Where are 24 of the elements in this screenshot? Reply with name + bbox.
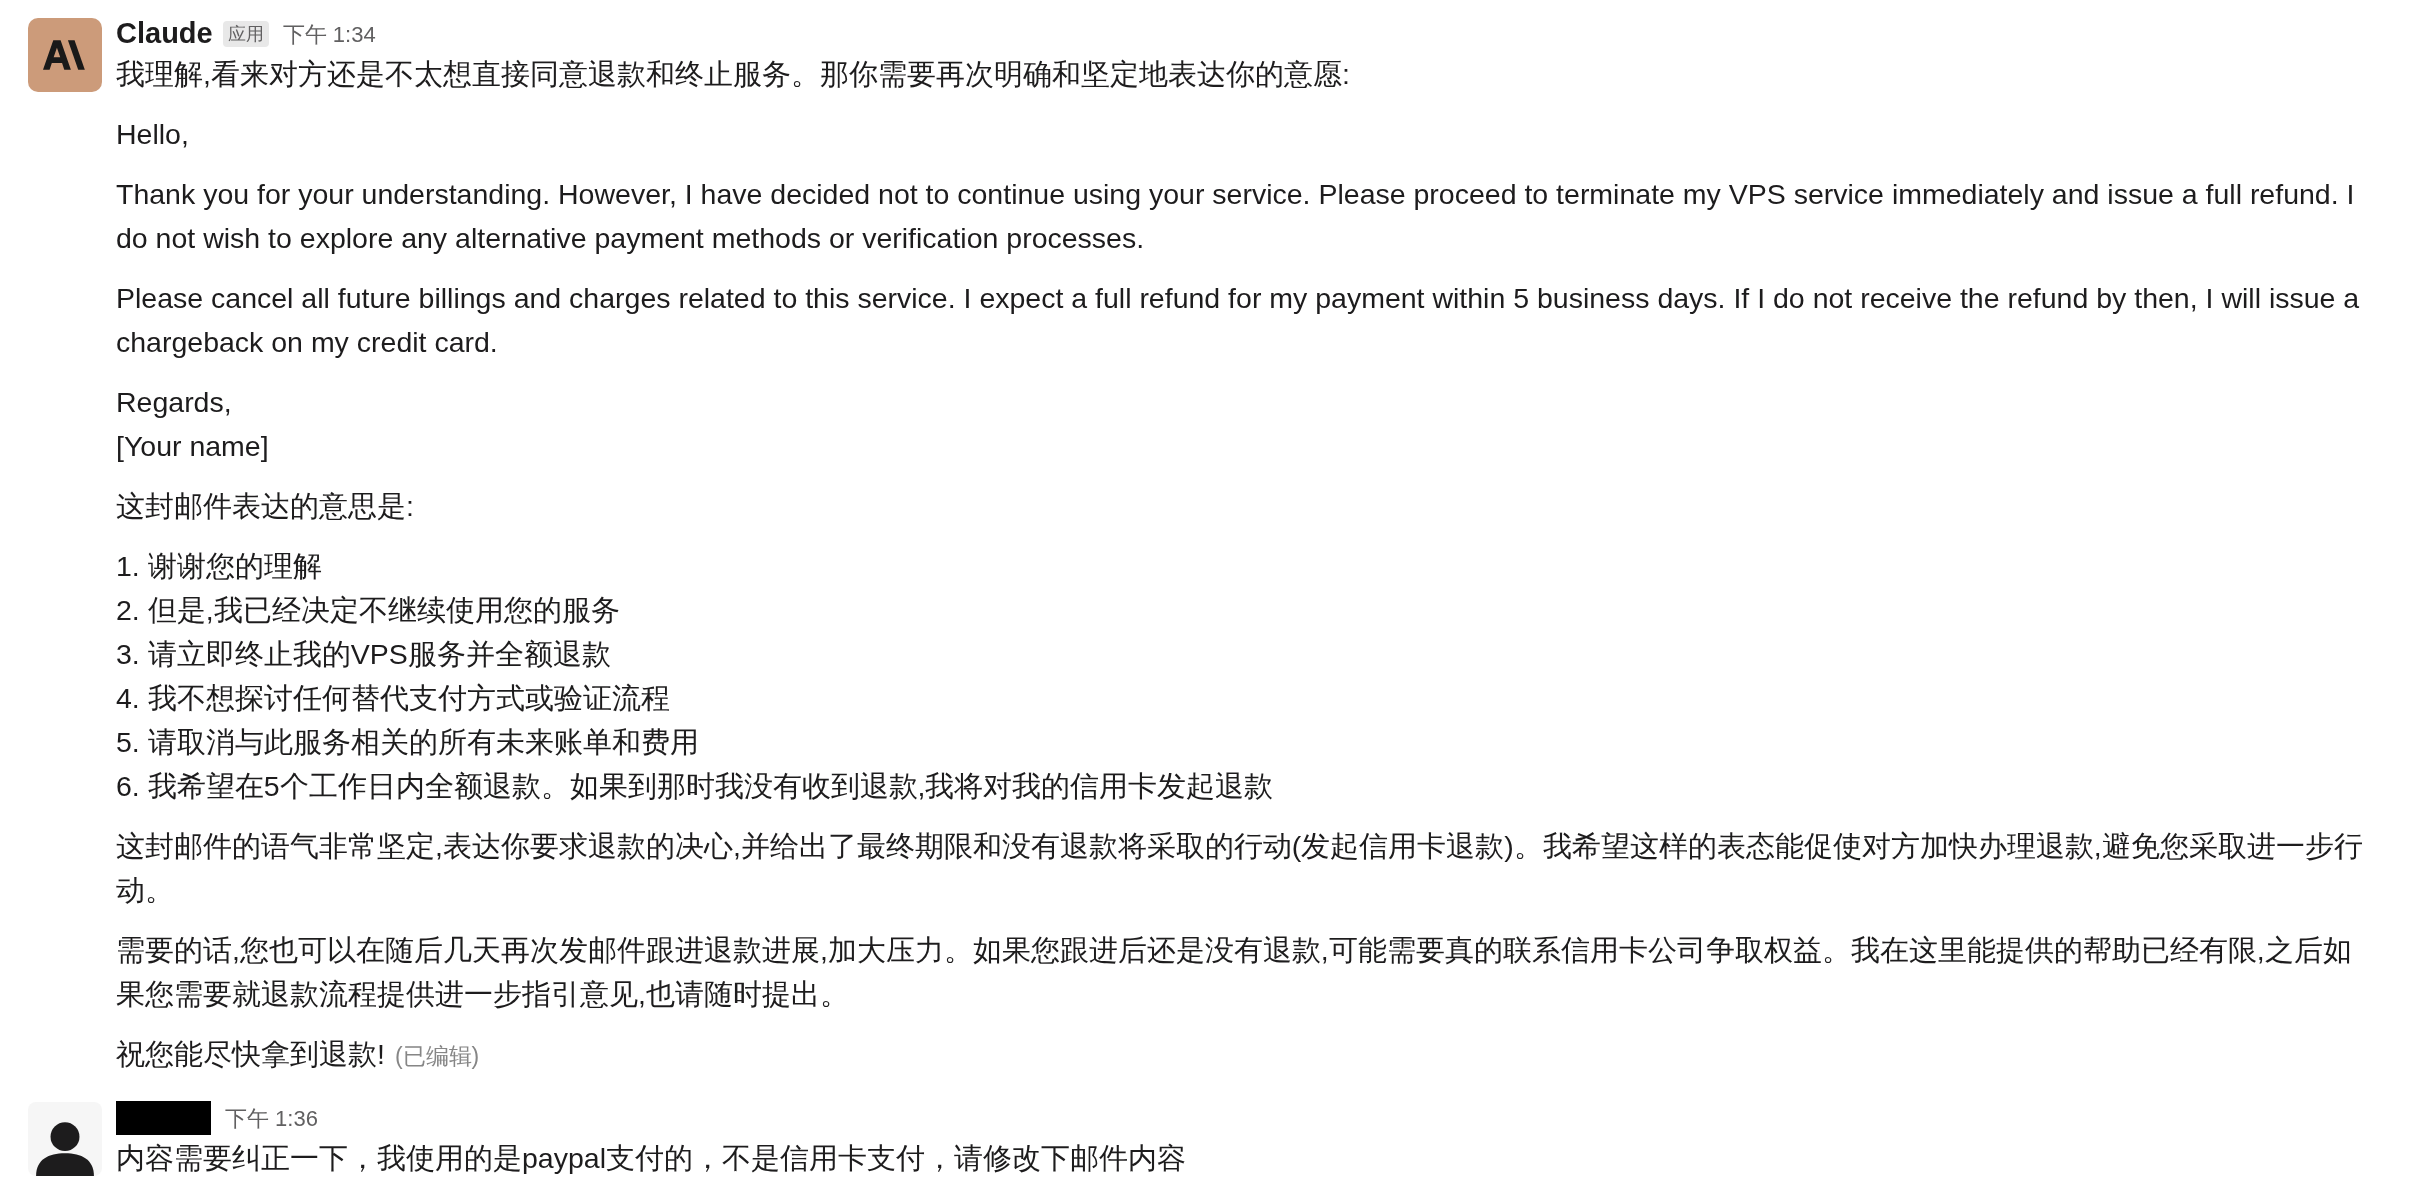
message-text: 5. 请取消与此服务相关的所有未来账单和费用 (116, 725, 700, 760)
timestamp[interactable]: 下午 1:36 (225, 1101, 318, 1135)
message-text: 需要的话,您也可以在随后几天再次发邮件跟进退款进展,加大压力。如果您跟进后还是没有退款,可能需要真的联系信用卡公司争取权益。我在这里能提供的帮助已经有限,之后如果您需要就退款流程提供进一步指引意见,也请随时提出。 (116, 933, 2353, 1012)
message-text: 这封邮件的语气非常坚定,表达你要求退款的决心,并给出了最终期限和没有退款将采取的行动(发起信用卡退款)。我希望这样的表态能促使对方加快办理退款,避免您采取进一步行动。 (116, 829, 2364, 908)
message-text: 内容需要纠正一下，我使用的是paypal支付的，不是信用卡支付，请修改下邮件内容 (116, 1141, 1187, 1176)
person-icon (34, 1120, 96, 1176)
message-text: 1. 谢谢您的理解 (116, 549, 323, 584)
edited-label: (已编辑) (394, 1043, 480, 1069)
message-text: Thank you for your understanding. However, I have decided not to continue using your service. Please proceed to terminate my VPS service immediately and issue a full refund. I do not wish to explore any alternative payment methods or verification processes. (116, 177, 2356, 256)
message-text: 6. 我希望在5个工作日内全额退款。如果到那时我没有收到退款,我将对我的信用卡发起退款 (116, 769, 1275, 804)
message-text: 4. 我不想探讨任何替代支付方式或验证流程 (116, 681, 671, 716)
message-text: 2. 但是,我已经决定不继续使用您的服务 (116, 593, 621, 628)
message-text: 这封邮件表达的意思是: (116, 489, 415, 524)
message-text: Regards, (116, 385, 233, 420)
message-text: [Your name] (116, 429, 270, 464)
logo-icon (43, 40, 87, 70)
message-text: 3. 请立即终止我的VPS服务并全额退款 (116, 637, 612, 672)
message-text: 祝您能尽快拿到退款! (已编辑) (116, 1037, 481, 1072)
message-text: Hello, (116, 117, 190, 152)
app-badge: 应用 (222, 21, 269, 47)
author-name[interactable]: Claude (116, 12, 213, 56)
message-text: 我理解,看来对方还是不太想直接同意退款和终止服务。那你需要再次明确和坚定地表达你的意愿: (116, 57, 1351, 92)
message-text: Please cancel all future billings and charges related to this service. I expect a full refund for my payment within 5 business days. If I do not receive the refund by then, I will issue a chargeback on my credit card. (116, 281, 2361, 360)
timestamp[interactable]: 下午 1:34 (282, 17, 376, 51)
